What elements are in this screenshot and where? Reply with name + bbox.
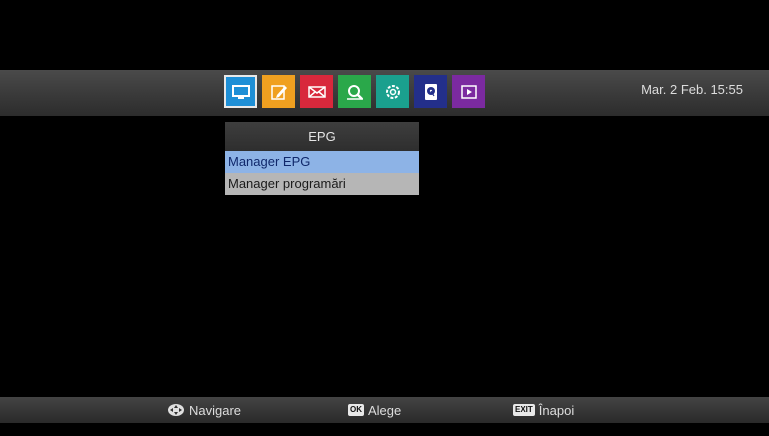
storage-icon bbox=[424, 83, 437, 100]
hint-navigate: Navigare bbox=[167, 401, 241, 419]
settings-menu-button[interactable] bbox=[376, 75, 409, 108]
media-menu-button[interactable] bbox=[452, 75, 485, 108]
media-play-icon bbox=[460, 84, 477, 99]
mail-icon bbox=[307, 85, 326, 98]
edit-icon bbox=[270, 84, 287, 100]
date-time: Mar. 2 Feb. 15:55 bbox=[641, 82, 743, 97]
storage-menu-button[interactable] bbox=[414, 75, 447, 108]
hint-ok: OK Alege bbox=[348, 401, 401, 419]
tv-menu-button[interactable] bbox=[224, 75, 257, 108]
ok-key-icon: OK bbox=[348, 404, 364, 416]
search-menu-button[interactable] bbox=[338, 75, 371, 108]
screen: Mar. 2 Feb. 15:55 EPG Manager EPG Manage… bbox=[0, 0, 769, 436]
epg-submenu: EPG Manager EPG Manager programări bbox=[225, 122, 419, 195]
submenu-item-manager-epg[interactable]: Manager EPG bbox=[225, 151, 419, 173]
hint-exit-label: Înapoi bbox=[538, 402, 575, 418]
submenu-item-manager-programari[interactable]: Manager programări bbox=[225, 173, 419, 195]
submenu-title: EPG bbox=[225, 122, 419, 151]
settings-icon bbox=[385, 84, 400, 99]
hint-ok-label: Alege bbox=[368, 402, 402, 418]
exit-key-icon: EXIT bbox=[513, 404, 535, 416]
search-icon bbox=[346, 84, 363, 100]
hint-exit: EXIT Înapoi bbox=[513, 401, 574, 419]
main-menu-icons bbox=[224, 75, 485, 111]
mail-menu-button[interactable] bbox=[300, 75, 333, 108]
hint-navigate-label: Navigare bbox=[189, 402, 242, 418]
navigation-pad-icon bbox=[168, 404, 184, 416]
tv-icon bbox=[231, 84, 250, 99]
edit-menu-button[interactable] bbox=[262, 75, 295, 108]
